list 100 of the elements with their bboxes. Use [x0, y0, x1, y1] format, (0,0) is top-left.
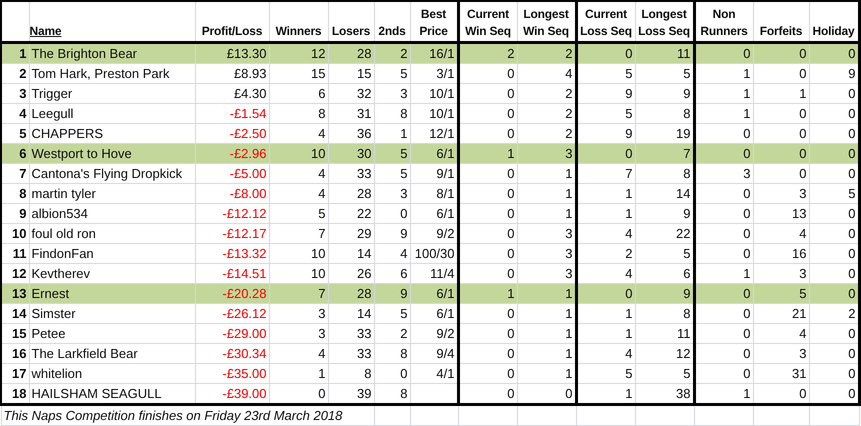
- table-cell: 5: [576, 104, 635, 124]
- table-cell: 21: [753, 304, 809, 324]
- table-cell: Tom Hark, Preston Park: [29, 64, 195, 84]
- table-cell: 5: [374, 164, 410, 184]
- column-header: Longest Win Seq: [523, 7, 569, 38]
- table-cell: 0: [753, 64, 809, 84]
- table-cell: 4: [576, 224, 635, 244]
- table-cell: 4: [269, 184, 328, 204]
- table-cell: 1: [576, 304, 635, 324]
- table-cell: 4: [753, 224, 809, 244]
- table-cell: -£26.12: [195, 304, 269, 324]
- table-cell: 2: [576, 244, 635, 264]
- table-cell: 16: [753, 244, 809, 264]
- table-cell: -£1.54: [195, 104, 269, 124]
- table-cell: 9: [576, 84, 635, 104]
- row-number: 7: [1, 164, 29, 184]
- row-number: 9: [1, 204, 29, 224]
- row-number: 11: [1, 244, 29, 264]
- table-cell: 33: [328, 164, 374, 184]
- table-cell: 0: [753, 144, 809, 164]
- table-cell: 3: [694, 164, 753, 184]
- table-cell: 0: [694, 304, 753, 324]
- table-cell: martin tyler: [29, 184, 195, 204]
- table-cell: -£12.17: [195, 224, 269, 244]
- column-header: Forfeits: [760, 24, 802, 38]
- table-cell: 1: [694, 64, 753, 84]
- table-cell: 2: [374, 324, 410, 344]
- table-cell: 0: [753, 164, 809, 184]
- table-cell: 0: [809, 204, 859, 224]
- table-cell: 5: [374, 304, 410, 324]
- row-number: 16: [1, 344, 29, 364]
- table-cell: 4: [374, 244, 410, 264]
- table-cell: 0: [753, 384, 809, 404]
- table-cell: 1: [753, 84, 809, 104]
- table-cell: 22: [328, 204, 374, 224]
- table-cell: -£29.00: [195, 324, 269, 344]
- column-header: Winners: [276, 24, 322, 38]
- table-cell: £8.93: [195, 64, 269, 84]
- table-cell: Cantona's Flying Dropkick: [29, 164, 195, 184]
- table-cell: 4: [269, 164, 328, 184]
- table-cell: 0: [809, 84, 859, 104]
- table-cell: 0: [753, 104, 809, 124]
- table-cell: 0: [694, 344, 753, 364]
- table-cell: 0: [458, 64, 517, 84]
- row-number: 2: [1, 64, 29, 84]
- table-cell: 0: [269, 384, 328, 404]
- table-cell: 1: [269, 364, 328, 384]
- column-header: Longest Loss Seq: [638, 7, 690, 38]
- column-header: Losers: [332, 24, 370, 38]
- table-cell: 0: [458, 184, 517, 204]
- table-cell: 0: [694, 184, 753, 204]
- table-cell: 0: [458, 224, 517, 244]
- table-cell: 0: [458, 304, 517, 324]
- table-cell: -£5.00: [195, 164, 269, 184]
- table-cell: 8: [269, 104, 328, 124]
- table-cell: Leegull: [29, 104, 195, 124]
- table-cell: -£2.96: [195, 144, 269, 164]
- table-cell: 8: [374, 344, 410, 364]
- row-number: 8: [1, 184, 29, 204]
- table-cell: 0: [576, 144, 635, 164]
- table-cell: 5: [809, 184, 859, 204]
- row-number: 4: [1, 104, 29, 124]
- table-cell: 6/1: [410, 144, 458, 164]
- table-cell: foul old ron: [29, 224, 195, 244]
- table-cell: Westport to Hove: [29, 144, 195, 164]
- table-cell: 1: [458, 284, 517, 304]
- table-cell: 0: [458, 344, 517, 364]
- table-cell: 3: [753, 184, 809, 204]
- table-cell: 28: [328, 184, 374, 204]
- table-cell: 1: [576, 384, 635, 404]
- table-cell: 31: [753, 364, 809, 384]
- table-cell: FindonFan: [29, 244, 195, 264]
- table-cell: 28: [328, 284, 374, 304]
- table-cell: 0: [694, 204, 753, 224]
- table-cell: 7: [635, 144, 694, 164]
- table-cell: 0: [809, 224, 859, 244]
- table-cell: -£20.28: [195, 284, 269, 304]
- table-cell: 39: [328, 384, 374, 404]
- table-cell: 0: [809, 324, 859, 344]
- table-cell: 3: [517, 144, 576, 164]
- table-cell: 1: [458, 144, 517, 164]
- table-cell: 0: [809, 384, 859, 404]
- table-cell: 5: [753, 284, 809, 304]
- table-cell: 5: [576, 364, 635, 384]
- table-cell: 0: [458, 384, 517, 404]
- row-number: 15: [1, 324, 29, 344]
- table-cell: 0: [374, 364, 410, 384]
- table-cell: 2: [458, 42, 517, 64]
- table-cell: 0: [694, 324, 753, 344]
- table-cell: 0: [458, 164, 517, 184]
- table-cell: -£39.00: [195, 384, 269, 404]
- table-cell: 32: [328, 84, 374, 104]
- table-cell: 0: [576, 284, 635, 304]
- table-cell: 0: [458, 104, 517, 124]
- table-cell: 31: [328, 104, 374, 124]
- table-cell: 1: [694, 384, 753, 404]
- table-cell: 8: [374, 384, 410, 404]
- table-cell: 5: [374, 144, 410, 164]
- table-cell: 14: [328, 304, 374, 324]
- table-cell: 4: [576, 344, 635, 364]
